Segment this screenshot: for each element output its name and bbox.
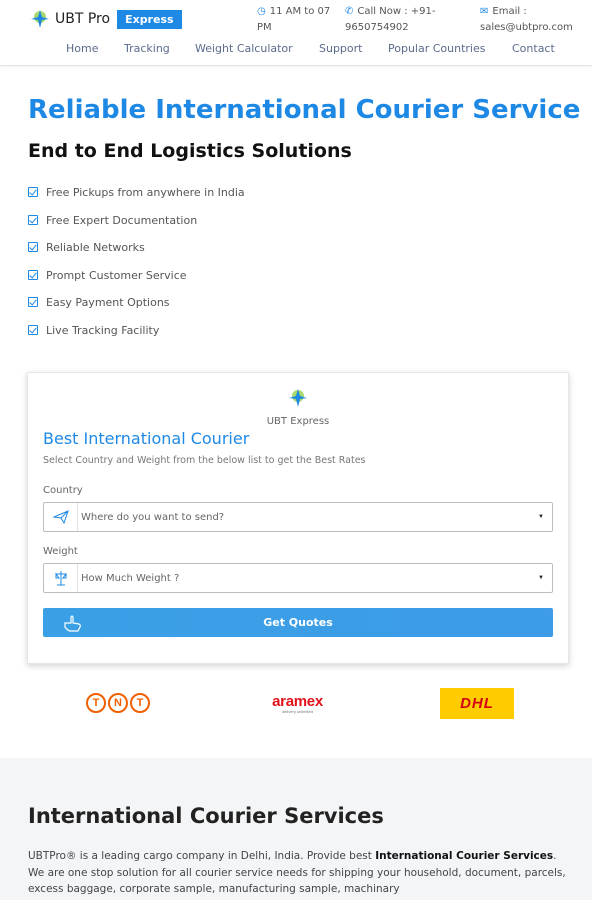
services-text-bold: International Courier Services bbox=[375, 850, 554, 862]
feature-text: Live Tracking Facility bbox=[46, 323, 160, 337]
clock-icon: ◷ bbox=[257, 6, 266, 17]
services-text-part: UBTPro® is a leading cargo company in De… bbox=[28, 850, 376, 862]
feature-text: Reliable Networks bbox=[46, 241, 145, 255]
country-select[interactable]: Where do you want to send? ▼ bbox=[43, 502, 553, 532]
nav-support[interactable]: Support bbox=[319, 42, 362, 55]
feature-text: Free Pickups from anywhere in India bbox=[46, 186, 245, 199]
weight-select-value: How Much Weight ? bbox=[81, 572, 180, 584]
weight-label: Weight bbox=[43, 546, 78, 557]
tnt-letter: T bbox=[86, 693, 106, 713]
tnt-letter: N bbox=[108, 693, 128, 713]
brand-badge: Express bbox=[117, 9, 182, 29]
main-nav: Home Tracking Weight Calculator Support … bbox=[0, 42, 592, 58]
nav-popular-countries[interactable]: Popular Countries bbox=[388, 42, 486, 55]
feature-item: Reliable Networks bbox=[28, 241, 245, 269]
plane-logo-icon bbox=[289, 389, 307, 407]
aramex-tagline: delivery unlimited bbox=[282, 708, 313, 714]
feature-text: Prompt Customer Service bbox=[46, 268, 187, 282]
aramex-logo: aramex delivery unlimited bbox=[259, 686, 336, 720]
checkbox-icon bbox=[28, 324, 38, 335]
quote-form-card: UBT Express Best International Courier S… bbox=[27, 372, 569, 664]
feature-text: Easy Payment Options bbox=[46, 296, 170, 310]
weight-select[interactable]: How Much Weight ? ▼ bbox=[43, 563, 553, 593]
tnt-logo: T N T bbox=[80, 686, 156, 720]
aramex-wordmark: aramex bbox=[272, 692, 323, 710]
phone-info[interactable]: ✆ Call Now : +91-9650754902 bbox=[345, 4, 455, 36]
services-description: UBTPro® is a leading cargo company in De… bbox=[28, 848, 568, 898]
nav-home[interactable]: Home bbox=[66, 42, 98, 55]
checkbox-icon bbox=[28, 187, 38, 197]
email-text: Email : sales@ubtpro.com bbox=[480, 6, 573, 33]
email-info[interactable]: ✉ Email : sales@ubtpro.com bbox=[480, 4, 590, 36]
plane-logo-icon bbox=[31, 10, 49, 28]
site-header: UBT Pro Express ◷ 11 AM to 07 PM ✆ Call No… bbox=[0, 0, 592, 66]
feature-item: Free Expert Documentation bbox=[28, 214, 245, 242]
brand-name: UBT Pro bbox=[55, 11, 111, 27]
paper-plane-icon bbox=[44, 503, 78, 531]
country-select-value: Where do you want to send? bbox=[81, 511, 225, 523]
nav-contact[interactable]: Contact bbox=[512, 42, 555, 55]
hero-title: Reliable International Courier Service bbox=[28, 95, 581, 125]
feature-text: Free Expert Documentation bbox=[46, 213, 198, 227]
checkbox-icon bbox=[28, 269, 38, 280]
feature-item: Easy Payment Options bbox=[28, 296, 245, 324]
nav-tracking[interactable]: Tracking bbox=[124, 42, 170, 55]
phone-text: Call Now : +91-9650754902 bbox=[345, 6, 436, 33]
hero-subtitle: End to End Logistics Solutions bbox=[28, 140, 352, 162]
hand-pointer-icon bbox=[64, 615, 81, 632]
get-quotes-label: Get Quotes bbox=[263, 616, 333, 629]
nav-weight-calculator[interactable]: Weight Calculator bbox=[195, 42, 293, 55]
country-label: Country bbox=[43, 485, 83, 496]
checkbox-icon bbox=[28, 214, 38, 225]
dhl-wordmark: DHL bbox=[460, 695, 494, 712]
hours-text: 11 AM to 07 PM bbox=[257, 6, 331, 33]
card-logo: UBT Express bbox=[28, 387, 568, 427]
checkbox-icon bbox=[28, 242, 38, 253]
feature-item: Prompt Customer Service bbox=[28, 269, 245, 297]
services-title: International Courier Services bbox=[28, 804, 384, 828]
dhl-logo: DHL bbox=[440, 688, 514, 719]
feature-item: Live Tracking Facility bbox=[28, 324, 245, 352]
brand-logo[interactable]: UBT Pro Express bbox=[30, 8, 182, 30]
get-quotes-button[interactable]: Get Quotes bbox=[43, 608, 553, 637]
services-section: International Courier Services UBTPro® i… bbox=[0, 758, 592, 900]
caret-down-icon: ▼ bbox=[538, 575, 544, 581]
checkbox-icon bbox=[28, 297, 38, 308]
envelope-icon: ✉ bbox=[480, 6, 489, 17]
feature-list: Free Pickups from anywhere in India Free… bbox=[28, 186, 245, 352]
phone-icon: ✆ bbox=[345, 6, 354, 17]
caret-down-icon: ▼ bbox=[538, 514, 544, 520]
card-title: Best International Courier bbox=[43, 429, 250, 448]
scale-icon bbox=[44, 564, 78, 592]
tnt-letter: T bbox=[130, 693, 150, 713]
card-logo-text: UBT Express bbox=[266, 416, 330, 427]
hours-info: ◷ 11 AM to 07 PM bbox=[257, 4, 337, 36]
feature-item: Free Pickups from anywhere in India bbox=[28, 186, 245, 214]
card-description: Select Country and Weight from the below… bbox=[43, 455, 366, 466]
